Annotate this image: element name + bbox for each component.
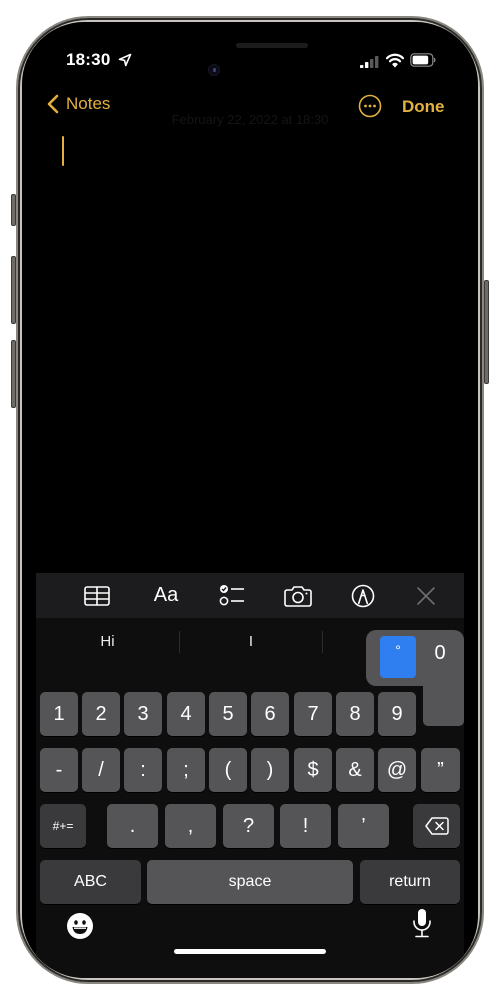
- checklist-icon: [219, 584, 244, 605]
- key-2[interactable]: 2: [82, 692, 120, 736]
- key-symbol[interactable]: /: [82, 748, 120, 792]
- status-time: 18:30: [66, 50, 111, 69]
- popup-option-selected[interactable]: °: [380, 636, 416, 678]
- key-symbol[interactable]: &: [336, 748, 374, 792]
- speaker-grille: [236, 43, 308, 48]
- key-4[interactable]: 4: [167, 692, 205, 736]
- signal-bar: [375, 56, 379, 68]
- popup-option[interactable]: 0: [422, 642, 458, 672]
- silent-switch: [11, 194, 16, 226]
- key-1[interactable]: 1: [40, 692, 78, 736]
- zero-key[interactable]: [423, 678, 464, 726]
- table-icon: [84, 585, 110, 606]
- text-format-icon: Aa: [153, 584, 179, 606]
- microphone-icon[interactable]: [412, 908, 432, 940]
- note-date: February 22, 2022 at 18:30: [171, 112, 329, 127]
- key-symbol[interactable]: $: [294, 748, 332, 792]
- key-3[interactable]: 3: [124, 692, 162, 736]
- home-indicator[interactable]: [174, 949, 326, 954]
- keyboard: Hi I 123456789 - /:;() $ & @” #+= .,?!’ ABC …: [36, 618, 464, 978]
- key-9[interactable]: 9: [378, 692, 416, 736]
- key-5[interactable]: 5: [209, 692, 247, 736]
- key-symbol[interactable]: ): [251, 748, 289, 792]
- checklist-button[interactable]: [212, 573, 252, 618]
- symbols-shift-key[interactable]: #+=: [40, 804, 86, 848]
- back-button[interactable]: Notes: [46, 94, 110, 114]
- text-format-button[interactable]: Aa: [146, 573, 186, 618]
- front-camera: [208, 64, 220, 76]
- table-button[interactable]: [77, 573, 117, 618]
- return-key[interactable]: return: [360, 860, 460, 904]
- volume-down-button: [11, 340, 16, 408]
- signal-bar: [360, 65, 364, 68]
- volume-up-button: [11, 256, 16, 324]
- space-key[interactable]: space: [147, 860, 353, 904]
- wifi-icon: [386, 53, 404, 68]
- battery-icon: [410, 53, 436, 67]
- close-toolbar-button[interactable]: [406, 573, 446, 618]
- key-symbol[interactable]: (: [209, 748, 247, 792]
- markup-pen-icon: [351, 584, 375, 607]
- close-icon: [417, 586, 435, 605]
- camera-icon: [284, 585, 312, 607]
- key-8[interactable]: 8: [336, 692, 374, 736]
- formatting-toolbar: Aa: [36, 573, 464, 618]
- delete-key[interactable]: [413, 804, 460, 848]
- key-symbol[interactable]: ;: [167, 748, 205, 792]
- key-punctuation[interactable]: !: [280, 804, 331, 848]
- abc-key[interactable]: ABC: [40, 860, 141, 904]
- backspace-icon: [424, 817, 449, 835]
- key-punctuation[interactable]: ,: [165, 804, 216, 848]
- signal-bar: [370, 59, 374, 68]
- signal-icon: [360, 56, 379, 68]
- signal-bar: [365, 62, 369, 68]
- key-symbol[interactable]: ”: [421, 748, 460, 792]
- key-symbol[interactable]: @: [378, 748, 416, 792]
- camera-button[interactable]: [278, 573, 318, 618]
- screen: 18:30 Notes Done February 22, 2022 at 18…: [22, 22, 478, 978]
- key-6[interactable]: 6: [251, 692, 289, 736]
- emoji-icon[interactable]: [66, 912, 94, 940]
- key-symbol[interactable]: -: [40, 748, 78, 792]
- suggestion-item[interactable]: Hi: [36, 618, 179, 666]
- key-7[interactable]: 7: [294, 692, 332, 736]
- key-punctuation[interactable]: .: [107, 804, 158, 848]
- key-punctuation[interactable]: ?: [223, 804, 274, 848]
- markup-button[interactable]: [343, 573, 383, 618]
- back-label: Notes: [66, 94, 111, 113]
- power-button: [484, 280, 489, 384]
- suggestion-item[interactable]: I: [180, 618, 322, 666]
- text-cursor[interactable]: [62, 136, 64, 166]
- location-arrow-icon: [118, 53, 132, 67]
- key-punctuation[interactable]: ’: [338, 804, 389, 848]
- chevron-left-icon: [47, 94, 59, 114]
- key-symbol[interactable]: :: [124, 748, 162, 792]
